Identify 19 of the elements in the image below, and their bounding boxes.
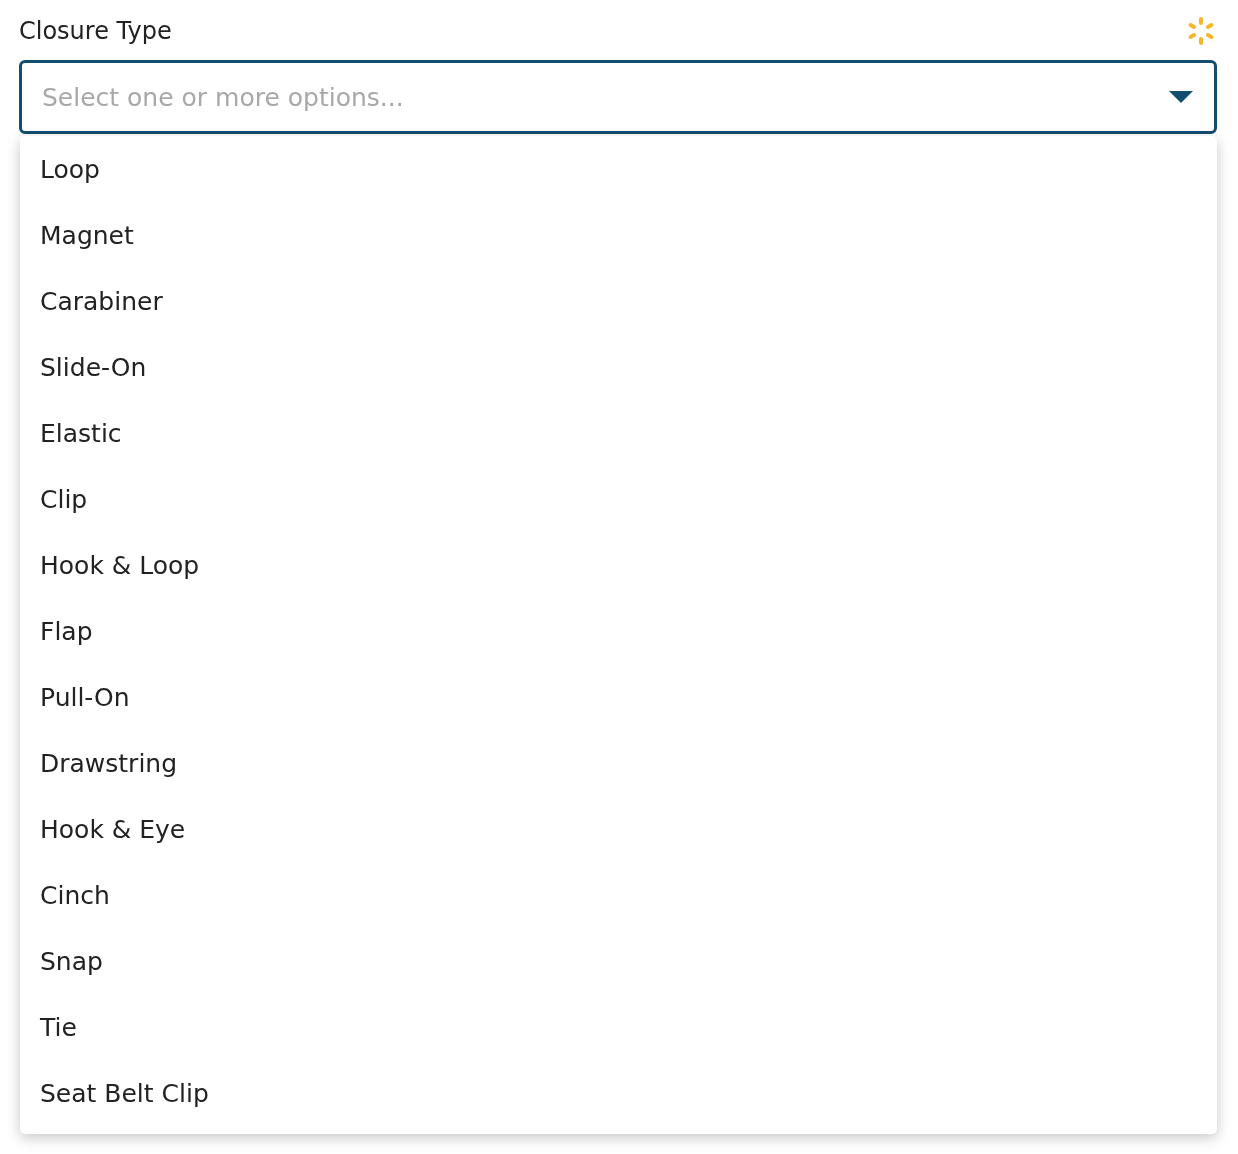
option-item[interactable]: Clip [20,467,1217,533]
spark-icon [1186,16,1216,46]
option-item[interactable]: Pull-On [20,665,1217,731]
option-item[interactable]: Tie [20,995,1217,1061]
caret-icon [1169,91,1193,103]
option-item[interactable]: Hook & Eye [20,797,1217,863]
option-item[interactable]: Flap [20,599,1217,665]
option-item[interactable]: Carabiner [20,269,1217,335]
option-item[interactable]: Slide-On [20,335,1217,401]
option-item[interactable]: Hook & Loop [20,533,1217,599]
multiselect-field[interactable]: Select one or more options... [19,60,1217,134]
option-item[interactable]: Elastic [20,401,1217,467]
option-item[interactable]: Loop [20,137,1217,203]
option-item[interactable]: Drawstring [20,731,1217,797]
option-item[interactable]: Magnet [20,203,1217,269]
option-item[interactable]: Cinch [20,863,1217,929]
option-item[interactable]: Snap [20,929,1217,995]
option-item[interactable]: Seat Belt Clip [20,1061,1217,1127]
field-label: Closure Type [19,17,172,45]
